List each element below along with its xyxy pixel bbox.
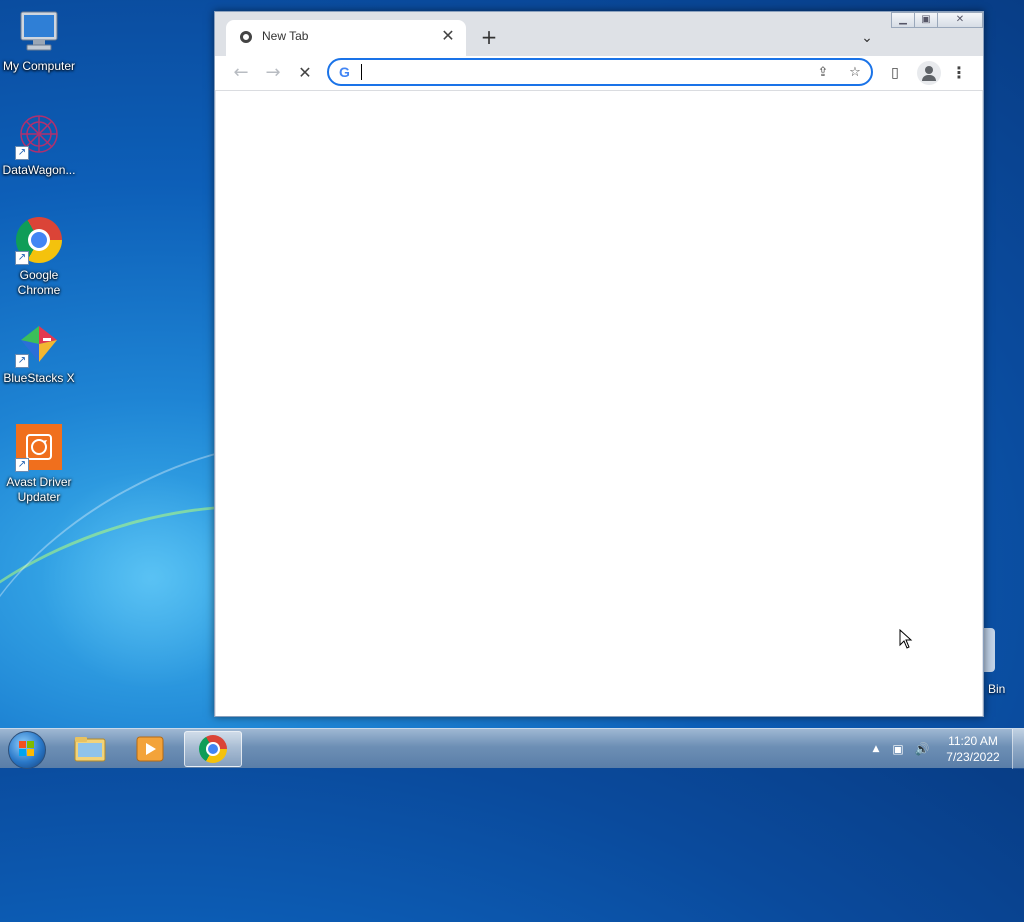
maximize-button[interactable]: ▣ <box>914 12 938 28</box>
windows-logo-icon <box>19 741 35 757</box>
shortcut-arrow-icon: ↗ <box>15 354 29 368</box>
back-arrow-icon[interactable]: ← <box>229 62 253 86</box>
show-desktop-button[interactable] <box>1012 729 1024 769</box>
share-icon[interactable]: ⇪ <box>813 63 833 83</box>
new-tab-button[interactable]: + <box>477 26 501 50</box>
datawagon-icon: ↗ <box>15 112 63 160</box>
taskbar-media-player-button[interactable] <box>122 731 178 767</box>
side-panel-icon[interactable]: ▯ <box>883 61 907 85</box>
desktop-icon-label: My Computer <box>2 59 76 73</box>
tab-close-icon[interactable]: ✕ <box>438 26 458 46</box>
close-button[interactable]: ✕ <box>937 12 983 28</box>
taskbar: ▲ ▣ 🔊 11:20 AM 7/23/2022 <box>0 728 1024 769</box>
window-controls: ▁ ▣ ✕ <box>891 12 983 28</box>
desktop-icon-google-chrome[interactable]: ↗ Google Chrome <box>0 216 78 298</box>
clock-time: 11:20 AM <box>948 734 998 748</box>
browser-toolbar: ← → ✕ G ⇪ ☆ ▯ ⋮ <box>215 56 983 91</box>
address-bar[interactable]: G ⇪ ☆ <box>327 58 873 86</box>
folder-icon <box>74 737 106 762</box>
chrome-icon: ↗ <box>15 217 63 265</box>
tab-title: New Tab <box>262 29 309 43</box>
desktop-icon-label: Avast Driver Updater <box>6 475 72 504</box>
tab-search-chevron-icon[interactable]: ⌄ <box>855 26 879 50</box>
forward-arrow-icon[interactable]: → <box>261 62 285 86</box>
shortcut-arrow-icon: ↗ <box>15 458 29 472</box>
media-player-icon <box>136 736 164 762</box>
system-clock[interactable]: 11:20 AM 7/23/2022 <box>936 733 1010 765</box>
menu-kebab-icon[interactable]: ⋮ <box>947 61 971 85</box>
tab-new-tab[interactable]: New Tab ✕ <box>226 20 466 56</box>
text-caret <box>361 64 362 80</box>
tray-overflow-arrow-icon[interactable]: ▲ <box>868 741 884 757</box>
chrome-icon <box>199 735 227 763</box>
page-content[interactable] <box>216 91 982 716</box>
volume-icon[interactable]: 🔊 <box>914 741 930 757</box>
tab-strip: New Tab ✕ + ⌄ ▁ ▣ ✕ <box>215 12 983 56</box>
taskbar-chrome-button[interactable] <box>184 731 242 767</box>
minimize-button[interactable]: ▁ <box>891 12 915 28</box>
desktop-icon-label: BlueStacks X <box>3 371 75 385</box>
desktop-icon-bluestacks[interactable]: ↗ BlueStacks X <box>0 320 78 386</box>
shortcut-arrow-icon: ↗ <box>15 251 29 265</box>
desktop-icon-label: Google Chrome <box>17 268 61 297</box>
desktop-icon-label: DataWagon... <box>2 163 76 177</box>
desktop-icon-datawagon[interactable]: ↗ DataWagon... <box>0 112 78 178</box>
computer-icon <box>15 8 63 56</box>
network-icon[interactable]: ▣ <box>890 741 906 757</box>
start-button[interactable] <box>8 731 46 769</box>
desktop-icon-avast-driver-updater[interactable]: ↗ Avast Driver Updater <box>0 424 78 505</box>
desktop-icon-my-computer[interactable]: My Computer <box>0 8 78 74</box>
chrome-favicon-icon <box>240 31 252 43</box>
bookmark-star-icon[interactable]: ☆ <box>845 63 865 83</box>
bluestacks-icon: ↗ <box>15 320 63 368</box>
desktop-icon-label: Bin <box>988 682 1006 696</box>
mouse-cursor-icon <box>899 629 913 649</box>
profile-avatar-icon[interactable] <box>917 61 941 85</box>
clock-date: 7/23/2022 <box>946 750 1000 764</box>
stop-loading-icon[interactable]: ✕ <box>293 62 317 86</box>
chrome-window[interactable]: New Tab ✕ + ⌄ ▁ ▣ ✕ ← → ✕ G ⇪ ☆ ▯ ⋮ <box>214 11 984 717</box>
shortcut-arrow-icon: ↗ <box>15 146 29 160</box>
taskbar-explorer-button[interactable] <box>62 731 118 767</box>
avast-icon: ↗ <box>15 424 63 472</box>
google-g-icon: G <box>339 64 350 80</box>
